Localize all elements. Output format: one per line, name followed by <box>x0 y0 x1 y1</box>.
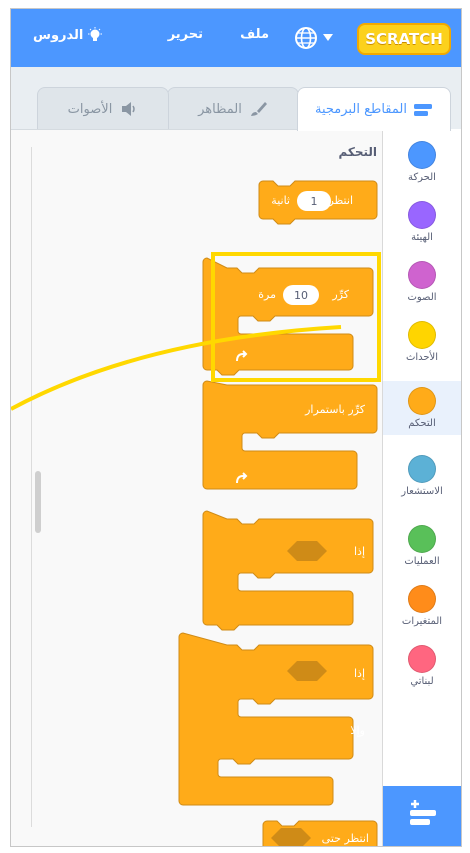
wait-until-label: انتظر حتى <box>322 832 369 845</box>
category-dot <box>408 141 436 169</box>
wait-unit: ثانية <box>271 194 290 207</box>
category-label: الصوت <box>407 292 437 303</box>
tab-code[interactable]: المقاطع البرمجية <box>297 87 451 131</box>
wait-seconds-block[interactable]: انتظر 1 ثانية <box>258 180 378 225</box>
wait-seconds-value: 1 <box>311 195 318 208</box>
category-label: الاستشعار <box>401 486 443 497</box>
category-label: الحركة <box>408 172 436 183</box>
category-dot <box>408 201 436 229</box>
wait-label: انتظر <box>327 194 353 207</box>
forever-label: كرِّر باستمرار <box>304 403 366 416</box>
add-extension-icon <box>410 800 436 825</box>
if-label: إذا <box>354 667 365 680</box>
category-dot <box>408 387 436 415</box>
category-looks[interactable]: الهيئة <box>383 201 461 243</box>
category-dot <box>408 261 436 289</box>
if-then-block[interactable]: إذا <box>202 510 374 631</box>
category-dot <box>408 645 436 673</box>
category-dot <box>408 321 436 349</box>
category-operators[interactable]: العمليات <box>383 525 461 567</box>
category-menu: الحركة الهيئة الصوت الأحداث التحكم الاست… <box>382 129 461 846</box>
wait-until-block[interactable]: انتظر حتى <box>262 820 378 846</box>
category-label: الأحداث <box>405 352 439 363</box>
category-events[interactable]: الأحداث <box>383 321 461 363</box>
if-else-block[interactable]: إذا وإلا <box>178 632 374 806</box>
code-blocks-icon <box>413 103 432 116</box>
category-label: الهيئة <box>411 232 433 243</box>
category-motion[interactable]: الحركة <box>383 141 461 183</box>
scratch-editor: SCRATCH ملف تحرير الدروس المقاطع البرمجي… <box>10 8 462 847</box>
category-control[interactable]: التحكم <box>383 381 461 435</box>
else-label: وإلا <box>350 724 365 737</box>
category-label: لبناتي <box>410 676 434 687</box>
highlight-box <box>211 252 381 382</box>
category-variables[interactable]: المتغيرات <box>383 585 461 627</box>
category-label: المتغيرات <box>401 616 443 627</box>
add-extension-button[interactable] <box>383 786 461 846</box>
category-heading: التحكم <box>338 145 377 159</box>
category-dot <box>408 585 436 613</box>
category-dot <box>408 455 436 483</box>
category-dot <box>408 525 436 553</box>
category-sensing[interactable]: الاستشعار <box>383 455 461 497</box>
tab-code-label: المقاطع البرمجية <box>315 102 407 117</box>
category-label: التحكم <box>408 418 436 429</box>
if-label: إذا <box>354 545 365 558</box>
category-sound[interactable]: الصوت <box>383 261 461 303</box>
category-label: العمليات <box>404 556 440 567</box>
category-my-blocks[interactable]: لبناتي <box>383 645 461 687</box>
forever-block[interactable]: كرِّر باستمرار <box>202 380 378 490</box>
